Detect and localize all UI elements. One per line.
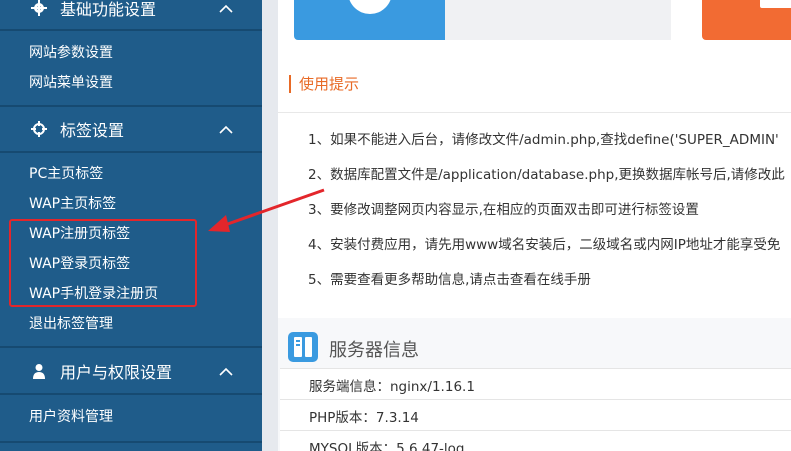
section-header-users[interactable]: 用户与权限设置 [0, 349, 262, 393]
user-icon [31, 363, 47, 379]
highlight-box [9, 219, 197, 307]
sidebar-item-user-profile[interactable]: 用户资料管理 [29, 407, 113, 427]
server-info-title: 服务器信息 [329, 340, 419, 361]
stat-card-gray [445, 0, 671, 40]
stat-card-orange[interactable] [702, 0, 791, 40]
tip-item: 2、数据库配置文件是/application/database.php,更换数据… [308, 167, 785, 183]
sidebar-item-site-menu[interactable]: 网站菜单设置 [29, 73, 113, 93]
server-info-panel: 服务器信息 服务端信息：nginx/1.16.1 PHP版本：7.3.14 MY… [278, 318, 791, 451]
divider [0, 29, 262, 31]
chevron-up-icon [219, 125, 233, 134]
main-content: 使用提示 1、如果不能进入后台，请修改文件/admin.php,查找define… [278, 0, 791, 451]
server-row-text: 服务端信息：nginx/1.16.1 [309, 379, 475, 395]
divider [278, 112, 791, 113]
section-header-tags[interactable]: 标签设置 [0, 107, 262, 151]
server-icon [288, 332, 318, 362]
sidebar-item-site-params[interactable]: 网站参数设置 [29, 43, 113, 63]
divider [0, 393, 262, 395]
tip-item: 1、如果不能进入后台，请修改文件/admin.php,查找define('SUP… [308, 132, 779, 148]
section-title: 标签设置 [60, 121, 125, 140]
card-icon [348, 0, 392, 14]
tip-item: 3、要修改调整网页内容显示,在相应的页面双击即可进行标签设置 [308, 202, 699, 218]
stat-card-blue[interactable] [294, 0, 445, 40]
gear-icon [31, 0, 47, 16]
server-row-text: PHP版本：7.3.14 [309, 410, 419, 426]
divider [0, 441, 262, 443]
sidebar-item-wap-home-tags[interactable]: WAP主页标签 [29, 194, 116, 214]
server-row: 服务端信息：nginx/1.16.1 [280, 368, 791, 399]
crosshair-icon [31, 121, 47, 137]
sidebar-item-pc-home-tags[interactable]: PC主页标签 [29, 164, 103, 184]
server-row-text: MYSQL版本：5.6.47-log [309, 441, 465, 451]
section-title: 用户与权限设置 [60, 363, 173, 382]
tips-title: 使用提示 [289, 75, 359, 93]
red-arrow-annotation [208, 188, 325, 232]
server-row: PHP版本：7.3.14 [280, 399, 791, 430]
sidebar-item-exit-tag-management[interactable]: 退出标签管理 [29, 314, 113, 334]
divider [0, 151, 262, 153]
chevron-up-icon [219, 367, 233, 376]
section-title: 基础功能设置 [60, 0, 157, 19]
chevron-up-icon [219, 4, 233, 13]
server-row: MYSQL版本：5.6.47-log [280, 430, 791, 451]
tip-item: 4、安装付费应用，请先用www域名安装后，二级域名或内网IP地址才能享受免 [308, 237, 781, 253]
section-header-basic[interactable]: 基础功能设置 [0, 0, 262, 30]
tip-help-link[interactable]: 5、需要查看更多帮助信息,请点击查看在线手册 [308, 268, 591, 288]
divider [0, 346, 262, 348]
card-decoration [760, 0, 791, 8]
